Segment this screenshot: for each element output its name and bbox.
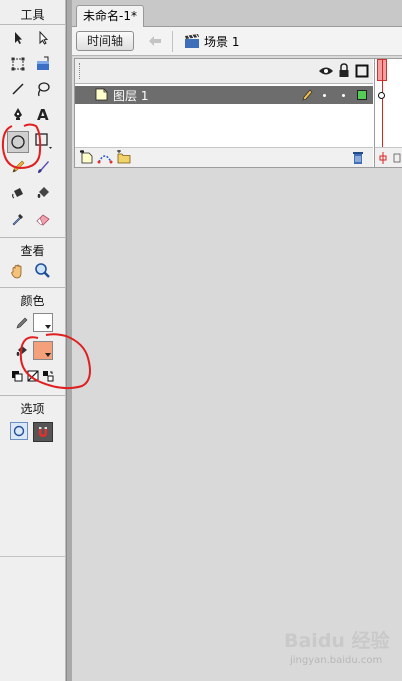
swap-colors-icon[interactable]: [41, 369, 55, 383]
add-motion-guide-icon[interactable]: [97, 150, 113, 165]
divider: [172, 31, 173, 52]
snap-to-objects-icon[interactable]: [33, 422, 53, 442]
line-tool-icon[interactable]: [8, 79, 28, 99]
divider: [0, 24, 65, 25]
free-transform-tool-icon[interactable]: [8, 54, 28, 74]
stroke-color-pencil-icon: [12, 313, 32, 333]
layer-edit-pencil-icon: [301, 88, 313, 102]
show-all-outlines-icon[interactable]: [355, 64, 369, 78]
view-section-title: 查看: [20, 244, 45, 258]
gradient-transform-tool-icon[interactable]: [33, 54, 53, 74]
watermark-brand-text: Baidu 经验: [284, 629, 391, 652]
edit-bar: 时间轴 场景 1: [72, 27, 402, 56]
fill-color-bucket-icon: [12, 341, 32, 361]
blank-keyframe[interactable]: [378, 92, 385, 99]
colors-section-title: 颜色: [20, 294, 45, 308]
selection-tool-icon[interactable]: [8, 28, 28, 48]
back-arrow-icon[interactable]: [146, 32, 164, 50]
options-section-title: 选项: [20, 402, 45, 416]
divider: [0, 287, 65, 288]
panel-grip[interactable]: [79, 63, 81, 79]
tools-section-title: 工具: [20, 8, 45, 22]
watermark-site-text: jingyan.baidu.com: [290, 655, 383, 666]
tools-panel: 工具 A 查看 颜色 选项: [0, 0, 66, 681]
lock-all-layers-icon[interactable]: [338, 63, 350, 78]
timeline-toggle-button[interactable]: 时间轴: [76, 31, 134, 51]
black-white-colors-icon[interactable]: [10, 369, 24, 383]
scene-clapperboard-icon: [184, 33, 200, 49]
layer-visibility-dot[interactable]: [323, 94, 326, 97]
object-drawing-icon[interactable]: [10, 422, 28, 440]
layer-name[interactable]: 图层 1: [113, 87, 148, 104]
svg-text:A: A: [37, 106, 49, 122]
eraser-tool-icon[interactable]: [33, 209, 53, 229]
zoom-tool-icon[interactable]: [33, 261, 53, 281]
document-tab-bar: 未命名-1*: [72, 0, 402, 27]
brush-tool-icon[interactable]: [33, 157, 53, 177]
insert-layer-icon[interactable]: [79, 149, 94, 165]
timeline-panel: 图层 1: [74, 58, 402, 168]
scene-label[interactable]: 场景 1: [204, 33, 239, 50]
layer-lock-dot[interactable]: [342, 94, 345, 97]
fill-color-swatch[interactable]: [33, 341, 53, 360]
document-window: 未命名-1* 时间轴 场景 1 图层 1: [72, 0, 402, 681]
document-tab[interactable]: 未命名-1*: [76, 5, 144, 27]
frames-bottom-bar: [375, 147, 402, 167]
timeline-bottom-bar: [75, 147, 373, 167]
no-color-icon[interactable]: [26, 369, 40, 383]
rectangle-tool-icon[interactable]: [33, 131, 53, 151]
hand-tool-icon[interactable]: [8, 261, 28, 281]
toolbox-empty-area: [0, 556, 65, 681]
onion-skin-icon[interactable]: [393, 152, 401, 164]
pen-tool-icon[interactable]: [8, 104, 28, 124]
center-frame-icon[interactable]: [379, 152, 387, 164]
text-tool-icon[interactable]: A: [33, 104, 53, 124]
insert-layer-folder-icon[interactable]: [116, 149, 132, 165]
eyedropper-tool-icon[interactable]: [8, 209, 28, 229]
stroke-color-swatch[interactable]: [33, 313, 53, 332]
oval-tool-icon[interactable]: [7, 131, 29, 153]
layer-row[interactable]: 图层 1: [75, 86, 373, 104]
timeline-frames[interactable]: [374, 59, 402, 167]
delete-layer-trash-icon[interactable]: [351, 150, 365, 165]
ink-bottle-tool-icon[interactable]: [8, 183, 28, 203]
layer-outline-color-swatch[interactable]: [357, 90, 367, 100]
subselection-tool-icon[interactable]: [33, 28, 53, 48]
timeline-header: [75, 59, 373, 84]
paint-bucket-tool-icon[interactable]: [33, 183, 53, 203]
divider: [0, 395, 65, 396]
show-hide-all-layers-eye-icon[interactable]: [318, 64, 334, 78]
layer-page-icon: [95, 88, 108, 101]
lasso-tool-icon[interactable]: [33, 79, 53, 99]
divider: [0, 237, 65, 238]
pencil-tool-icon[interactable]: [8, 157, 28, 177]
